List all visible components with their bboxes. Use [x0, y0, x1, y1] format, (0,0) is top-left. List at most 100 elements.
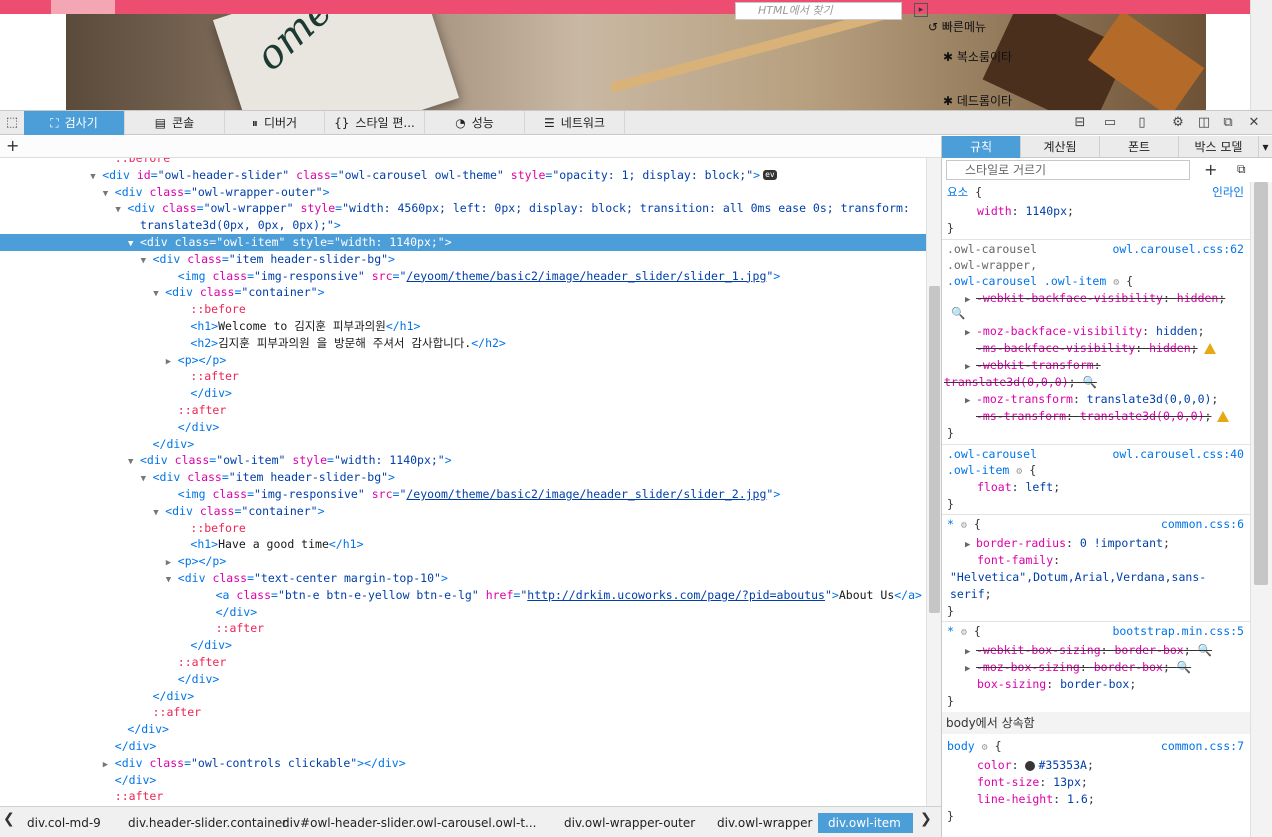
rules-scrollbar[interactable]: [1250, 182, 1272, 837]
markup-node[interactable]: </div>: [0, 604, 926, 621]
markup-node[interactable]: <h1>Welcome to 김지훈 피부과의원</h1>: [0, 318, 926, 335]
chevron-left-icon[interactable]: ❮: [3, 811, 15, 827]
markup-node-selected[interactable]: ▼ <div class="owl-item" style="width: 114…: [0, 234, 926, 251]
breadcrumb-item[interactable]: div.owl-wrapper-outer: [564, 813, 695, 833]
breadcrumb-item[interactable]: div.owl-wrapper: [717, 813, 812, 833]
rule-source-link[interactable]: bootstrap.min.css:5: [1112, 623, 1244, 640]
gear-icon[interactable]: ⚙: [1166, 111, 1190, 135]
class-panel-icon[interactable]: ⧉: [1237, 162, 1246, 177]
add-node-button[interactable]: +: [6, 136, 19, 156]
markup-node[interactable]: ▼ <div class="owl-wrapper-outer">: [0, 184, 926, 201]
tab-console[interactable]: ▤ 콘솔: [125, 111, 225, 135]
scratchpad-icon[interactable]: ▭: [1098, 111, 1122, 135]
markup-node[interactable]: ▶ <p></p>: [0, 352, 926, 369]
markup-node[interactable]: ::after: [0, 368, 926, 385]
tab-inspector[interactable]: ⛶ 검사기: [24, 111, 125, 135]
chevron-right-icon[interactable]: ❯: [920, 811, 932, 827]
page-scrollbar[interactable]: [1250, 0, 1272, 110]
rule-declaration[interactable]: ▶ -webkit-transform:: [947, 357, 1244, 374]
tabs-overflow-icon[interactable]: ▾: [1259, 136, 1272, 158]
markup-node[interactable]: ▼ <div class="text-center margin-top-10">: [0, 570, 926, 587]
markup-node[interactable]: </div>: [0, 385, 926, 402]
markup-scroll-thumb[interactable]: [929, 286, 940, 613]
rule-declaration[interactable]: ▶ border-radius: 0 !important;: [947, 535, 1244, 552]
html-search-input[interactable]: HTML에서 찾기: [735, 2, 902, 20]
markup-node[interactable]: </div>: [0, 772, 926, 789]
rule-declaration[interactable]: color: #35353A;: [947, 757, 1244, 774]
rule-declaration[interactable]: box-sizing: border-box;: [947, 676, 1244, 693]
markup-tree[interactable]: ::before ▼ <div id="owl-header-slider" cla…: [0, 158, 926, 806]
rule-declaration[interactable]: font-size: 13px;: [947, 774, 1244, 791]
rules-scroll-thumb[interactable]: [1254, 182, 1268, 585]
breadcrumb-item[interactable]: div#owl-header-slider.owl-carousel.owl-t…: [282, 813, 536, 833]
add-rule-button[interactable]: +: [1204, 160, 1217, 179]
rule-source-link[interactable]: owl.carousel.css:62: [1112, 241, 1244, 258]
rule-source-link[interactable]: 인라인: [1212, 184, 1244, 201]
markup-node[interactable]: ▼ <div class="item header-slider-bg">: [0, 469, 926, 486]
rule-declaration-value[interactable]: "Helvetica",Dotum,Arial,Verdana,sans-: [950, 569, 1244, 586]
rule-declaration-value[interactable]: serif;: [950, 586, 1244, 603]
markup-node[interactable]: ▶ <p></p>: [0, 553, 926, 570]
tab-rules[interactable]: 규칙: [942, 136, 1021, 158]
markup-node[interactable]: <a class="btn-e btn-e-yellow btn-e-lg" h…: [0, 587, 926, 604]
rule-declaration-value[interactable]: translate3d(0,0,0); 🔍: [944, 374, 1244, 391]
rule-declaration[interactable]: ▶ -moz-box-sizing: border-box; 🔍: [947, 659, 1244, 676]
markup-node[interactable]: </div>: [0, 671, 926, 688]
tab-network[interactable]: ☰ 네트워크: [525, 111, 625, 135]
responsive-mode-icon[interactable]: ⊟: [1068, 111, 1092, 135]
rule-declaration[interactable]: font-family:: [947, 552, 1244, 569]
breadcrumb-item[interactable]: div.header-slider.container: [128, 813, 287, 833]
close-icon[interactable]: ✕: [1242, 111, 1266, 135]
markup-node[interactable]: </div>: [0, 436, 926, 453]
rule-declaration[interactable]: ▶ -webkit-box-sizing: border-box; 🔍: [947, 642, 1244, 659]
markup-node[interactable]: ::after: [0, 620, 926, 637]
markup-node[interactable]: translate3d(0px, 0px, 0px);">: [0, 217, 926, 234]
tab-fonts[interactable]: 폰트: [1100, 136, 1179, 158]
phone-icon[interactable]: ▯: [1130, 111, 1154, 135]
rule-declaration[interactable]: ▶ -moz-transform: translate3d(0,0,0);: [947, 391, 1244, 408]
markup-node[interactable]: <img class="img-responsive" src="/eyoom/…: [0, 486, 926, 503]
rule-declaration[interactable]: -ms-transform: translate3d(0,0,0);: [947, 408, 1244, 425]
markup-node[interactable]: <img class="img-responsive" src="/eyoom/…: [0, 268, 926, 285]
markup-node[interactable]: ::before: [0, 301, 926, 318]
tab-style-editor[interactable]: {} 스타일 편...: [325, 111, 425, 135]
markup-node[interactable]: ▼ <div class="item header-slider-bg">: [0, 251, 926, 268]
undock-icon[interactable]: ⧉: [1216, 111, 1240, 135]
styles-filter-input[interactable]: 스타일로 거르기: [946, 160, 1190, 180]
markup-node[interactable]: ▶ <div class="owl-controls clickable"></d…: [0, 755, 926, 772]
markup-node[interactable]: </div>: [0, 637, 926, 654]
markup-node[interactable]: ▼ <div class="owl-item" style="width: 114…: [0, 452, 926, 469]
markup-node[interactable]: ▼ <div class="container">: [0, 503, 926, 520]
tab-performance[interactable]: ◔ 성능: [425, 111, 525, 135]
markup-node[interactable]: </div>: [0, 419, 926, 436]
eyedropper-icon[interactable]: ▸: [914, 3, 928, 17]
tab-computed[interactable]: 계산됨: [1021, 136, 1100, 158]
color-swatch[interactable]: [1025, 760, 1036, 771]
markup-node[interactable]: ▼ <div class="owl-wrapper" style="width: …: [0, 200, 926, 217]
rule-declaration[interactable]: width: 1140px;: [947, 203, 1244, 220]
quick-menu-item[interactable]: ✱ 데드롬이타: [943, 92, 1012, 109]
markup-node[interactable]: ::after: [0, 402, 926, 419]
tab-box-model[interactable]: 박스 모델: [1179, 136, 1259, 158]
pick-element-icon[interactable]: ⬚: [0, 111, 24, 135]
markup-node[interactable]: ▼ <div class="container">: [0, 284, 926, 301]
rule-declaration[interactable]: -ms-backface-visibility: hidden;: [947, 340, 1244, 357]
markup-node[interactable]: <h2>김지훈 피부과의원 을 방문해 주셔서 감사합니다.</h2>: [0, 335, 926, 352]
rule-source-link[interactable]: common.css:7: [1161, 738, 1244, 755]
rule-source-link[interactable]: owl.carousel.css:40: [1112, 446, 1244, 463]
markup-node[interactable]: <h1>Have a good time</h1>: [0, 536, 926, 553]
markup-node[interactable]: </div>: [0, 721, 926, 738]
markup-node[interactable]: ::after: [0, 704, 926, 721]
breadcrumb-item-active[interactable]: div.owl-item: [818, 813, 913, 833]
breadcrumb-item[interactable]: div.col-md-9: [27, 813, 101, 833]
markup-node[interactable]: ::after: [0, 654, 926, 671]
markup-node[interactable]: </div>: [0, 688, 926, 705]
markup-scrollbar[interactable]: [926, 158, 941, 806]
dock-side-icon[interactable]: ◫: [1192, 111, 1216, 135]
filter-icon[interactable]: 🔍: [947, 305, 1244, 322]
rule-source-link[interactable]: common.css:6: [1161, 516, 1244, 533]
rule-declaration[interactable]: line-height: 1.6;: [947, 791, 1244, 808]
markup-node[interactable]: ::after: [0, 788, 926, 805]
markup-node[interactable]: ▼ <div id="owl-header-slider" class="owl-…: [0, 167, 926, 184]
markup-node[interactable]: ::before: [0, 158, 926, 167]
